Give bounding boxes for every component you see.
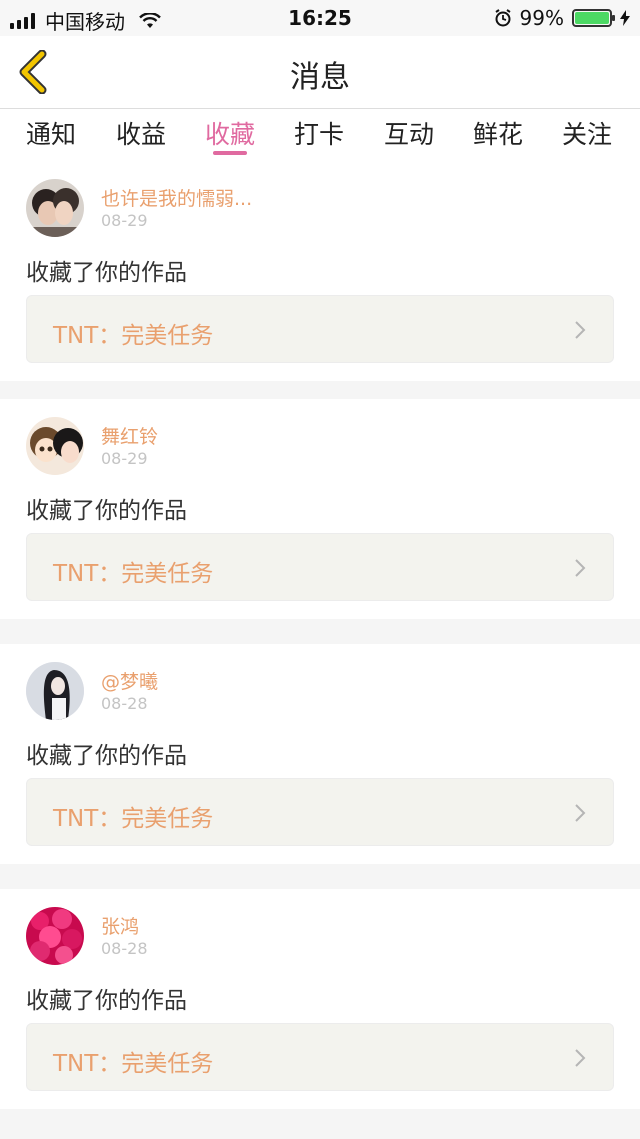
- work-link[interactable]: TNT：完美任务: [26, 533, 614, 601]
- work-title: TNT：完美任务: [53, 323, 214, 349]
- status-right: 99%: [494, 6, 630, 30]
- tab-interactions[interactable]: 互动: [374, 115, 444, 151]
- avatar[interactable]: [26, 907, 84, 965]
- notification-item: 也许是我的懦弱... 08-29 收藏了你的作品 TNT：完美任务: [0, 161, 640, 381]
- avatar[interactable]: [26, 417, 84, 475]
- notification-item: @梦曦 08-28 收藏了你的作品 TNT：完美任务: [0, 644, 640, 864]
- work-title: TNT：完美任务: [53, 561, 214, 587]
- nav-bar: 消息: [0, 36, 640, 109]
- action-text: 收藏了你的作品: [26, 260, 187, 286]
- battery-percent: 99%: [519, 6, 564, 30]
- username[interactable]: 张鸿: [101, 912, 139, 939]
- work-title: TNT：完美任务: [53, 1051, 214, 1077]
- notification-item: 张鸿 08-28 收藏了你的作品 TNT：完美任务: [0, 889, 640, 1109]
- tab-flowers[interactable]: 鲜花: [463, 115, 533, 151]
- tab-checkin[interactable]: 打卡: [284, 115, 354, 151]
- battery-icon: [572, 9, 615, 27]
- action-text: 收藏了你的作品: [26, 743, 187, 769]
- alarm-icon: [494, 9, 511, 27]
- avatar[interactable]: [26, 179, 84, 237]
- tab-follows[interactable]: 关注: [552, 115, 622, 151]
- date: 08-28: [101, 694, 148, 713]
- action-text: 收藏了你的作品: [26, 498, 187, 524]
- work-title: TNT：完美任务: [53, 806, 214, 832]
- page-title: 消息: [290, 60, 350, 95]
- username[interactable]: 也许是我的懦弱...: [101, 184, 252, 211]
- avatar[interactable]: [26, 662, 84, 720]
- work-link[interactable]: TNT：完美任务: [26, 778, 614, 846]
- username[interactable]: 舞红铃: [101, 422, 158, 449]
- chevron-right-icon: [575, 1049, 586, 1067]
- date: 08-29: [101, 211, 148, 230]
- tab-earnings[interactable]: 收益: [106, 115, 176, 151]
- tab-bar: 通知 收益 收藏 打卡 互动 鲜花 关注: [0, 109, 640, 161]
- tab-notifications[interactable]: 通知: [16, 115, 86, 151]
- chevron-right-icon: [575, 559, 586, 577]
- date: 08-28: [101, 939, 148, 958]
- chevron-right-icon: [575, 321, 586, 339]
- status-bar: 中国移动 16:25 99%: [0, 0, 640, 36]
- work-link[interactable]: TNT：完美任务: [26, 1023, 614, 1091]
- action-text: 收藏了你的作品: [26, 988, 187, 1014]
- work-link[interactable]: TNT：完美任务: [26, 295, 614, 363]
- username[interactable]: @梦曦: [101, 667, 158, 694]
- chevron-right-icon: [575, 804, 586, 822]
- charging-icon: [620, 10, 630, 26]
- notification-item: 舞红铃 08-29 收藏了你的作品 TNT：完美任务: [0, 399, 640, 619]
- active-tab-indicator: [213, 151, 247, 155]
- battery-fill: [575, 12, 609, 24]
- date: 08-29: [101, 449, 148, 468]
- tab-favorites[interactable]: 收藏: [195, 115, 265, 151]
